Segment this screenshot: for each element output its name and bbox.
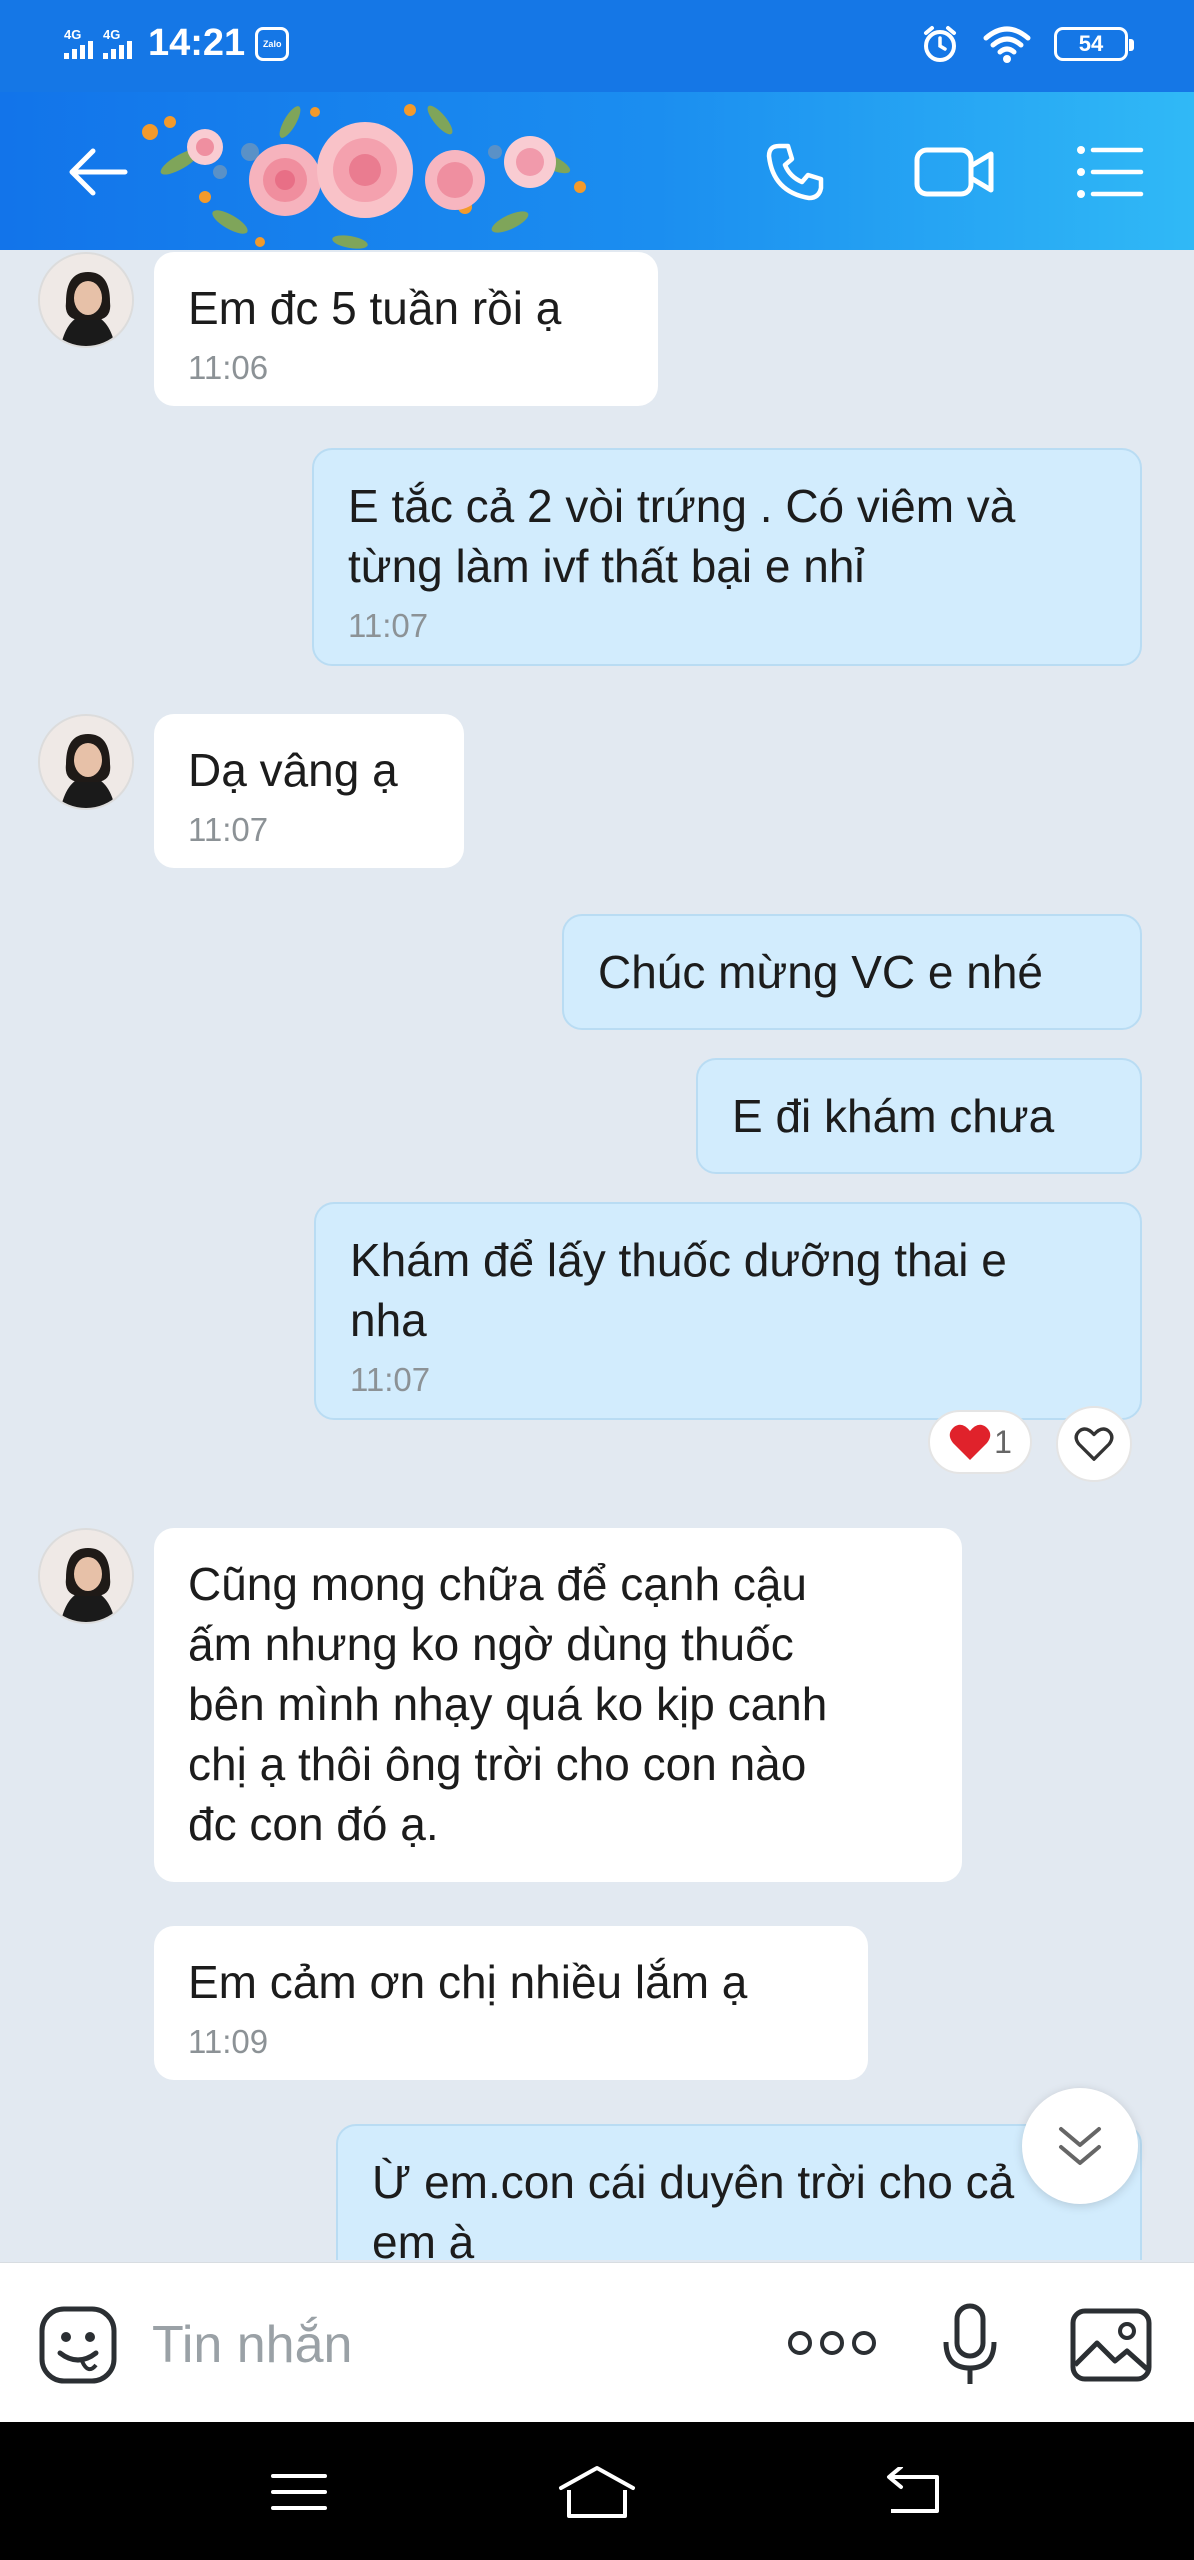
sticker-face-icon (39, 2306, 117, 2384)
voice-message-button[interactable] (930, 2299, 1010, 2391)
battery-level: 54 (1078, 31, 1104, 56)
heart-filled-icon (949, 1424, 991, 1460)
message-time: 11:07 (350, 1361, 431, 1398)
avatar[interactable] (38, 252, 134, 348)
react-button[interactable] (1056, 1406, 1132, 1482)
message-time: 11:09 (188, 2023, 269, 2060)
message-bubble-incoming[interactable]: Cũng mong chữa để cạnh cậu ấm nhưng ko n… (154, 1528, 962, 1882)
message-text: em à (372, 2216, 475, 2260)
message-bubble-outgoing[interactable]: E tắc cả 2 vòi trứng . Có viêm và từng l… (312, 448, 1142, 666)
return-icon (887, 2467, 939, 2513)
chat-menu-button[interactable] (1060, 132, 1160, 212)
status-left: 4G 4G 14:21 Zalo (64, 22, 290, 65)
back-nav-button[interactable] (858, 2452, 968, 2532)
reaction-badge[interactable]: 1 (928, 1410, 1032, 1474)
avatar[interactable] (38, 714, 134, 810)
message-text: từng làm ivf thất bại e nhỉ (348, 540, 865, 592)
microphone-icon (943, 2303, 997, 2384)
message-bubble-outgoing[interactable]: Chúc mừng VC e nhé (562, 914, 1142, 1030)
message-text: nha (350, 1294, 427, 1346)
message-text: Em đc 5 tuần rồi ạ (188, 282, 562, 334)
flower-decoration (142, 104, 586, 249)
message-bubble-outgoing[interactable]: E đi khám chưa (696, 1058, 1142, 1174)
message-time: 11:06 (188, 349, 269, 386)
list-menu-icon (1077, 146, 1144, 198)
video-camera-icon (914, 147, 994, 197)
message-text: Em cảm ơn chị nhiều lắm ạ (188, 1956, 748, 2008)
message-text: E đi khám chưa (732, 1090, 1055, 1142)
chat-header (0, 92, 1194, 250)
message-bubble-outgoing[interactable]: Khám để lấy thuốc dưỡng thai e nha 11:07 (314, 1202, 1142, 1420)
wifi-icon (983, 26, 1031, 63)
phone-icon (766, 143, 824, 201)
more-button[interactable] (784, 2311, 880, 2375)
home-icon (559, 2466, 635, 2518)
message-text: E tắc cả 2 vòi trứng . Có viêm và (348, 480, 1016, 532)
signal-icon: 4G (64, 28, 93, 59)
chat-message-list[interactable]: Em đc 5 tuần rồi ạ 11:06 E tắc cả 2 vòi … (0, 250, 1194, 2260)
message-input[interactable] (150, 2311, 754, 2379)
message-text: bên mình nhạy quá ko kịp canh (188, 1678, 828, 1730)
send-image-button[interactable] (1066, 2303, 1156, 2387)
message-text: Cũng mong chữa để cạnh cậu (188, 1558, 807, 1610)
contact-photo (40, 254, 132, 346)
system-navigation-bar (0, 2422, 1194, 2560)
menu-lines-icon (271, 2474, 327, 2510)
message-text: Khám để lấy thuốc dưỡng thai e (350, 1234, 1007, 1286)
zalo-notification-icon: Zalo (255, 26, 290, 61)
network-type-1: 4G (64, 27, 82, 42)
image-gallery-icon (1070, 2308, 1152, 2382)
video-call-button[interactable] (900, 132, 1010, 212)
contact-photo (40, 1530, 132, 1622)
avatar[interactable] (38, 1528, 134, 1624)
status-right: 54 (920, 24, 1134, 64)
message-text: đc con đó ạ. (188, 1798, 439, 1850)
clock: 14:21 (148, 22, 246, 64)
more-dots-icon (788, 2331, 876, 2355)
signal-icon-2: 4G (103, 28, 132, 59)
alarm-icon (924, 26, 956, 62)
contact-photo (40, 716, 132, 808)
message-bubble-incoming[interactable]: Dạ vâng ạ 11:07 (154, 714, 464, 868)
message-time: 11:07 (188, 811, 269, 848)
network-type-2: 4G (103, 27, 121, 42)
message-input-bar (0, 2262, 1194, 2423)
message-text: Ừ em.con cái duyên trời cho cả (372, 2156, 1015, 2208)
heart-outline-icon (1074, 1427, 1114, 1461)
voice-call-button[interactable] (750, 132, 840, 212)
message-text: Chúc mừng VC e nhé (598, 946, 1044, 998)
message-time: 11:07 (348, 607, 429, 644)
battery-icon: 54 (1054, 27, 1134, 61)
message-text: chị ạ thôi ông trời cho con nào (188, 1738, 807, 1790)
message-text: ấm nhưng ko ngờ dùng thuốc (188, 1618, 794, 1670)
message-text: Dạ vâng ạ (188, 744, 398, 796)
scroll-to-bottom-button[interactable] (1022, 2088, 1138, 2204)
sticker-button[interactable] (36, 2303, 120, 2387)
recent-apps-button[interactable] (244, 2452, 354, 2532)
reaction-count: 1 (994, 1423, 1012, 1460)
status-bar: 4G 4G 14:21 Zalo 54 (0, 0, 1194, 92)
message-bubble-incoming[interactable]: Em cảm ơn chị nhiều lắm ạ 11:09 (154, 1926, 868, 2080)
home-button[interactable] (542, 2452, 652, 2532)
message-bubble-incoming[interactable]: Em đc 5 tuần rồi ạ 11:06 (154, 252, 658, 406)
double-chevron-down-icon (1059, 2127, 1101, 2165)
